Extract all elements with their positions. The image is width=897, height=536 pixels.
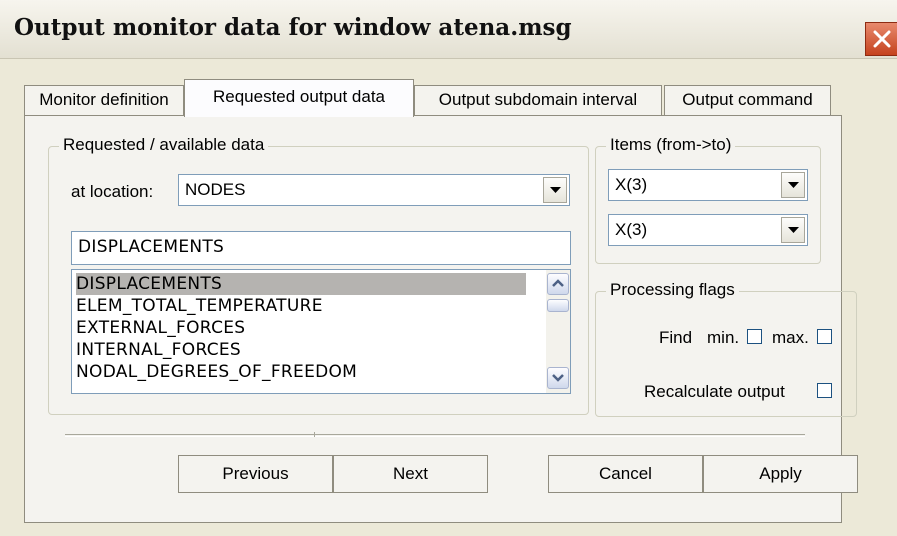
chevron-down-icon [788,182,799,188]
location-dropdown[interactable]: NODES [178,174,570,206]
close-icon [873,30,891,48]
items-from-dropdown-button[interactable] [781,172,805,198]
items-from-dropdown[interactable]: X(3) [608,169,808,201]
location-dropdown-button[interactable] [543,177,567,203]
scroll-down-button[interactable] [547,367,569,389]
max-checkbox[interactable] [817,329,832,344]
tab-requested-output-data[interactable]: Requested output data [184,79,414,117]
data-name-field[interactable]: DISPLACEMENTS [71,231,571,265]
chevron-up-icon [552,279,564,287]
list-item-external-forces[interactable]: EXTERNAL_FORCES [76,317,245,339]
tab-output-subdomain-interval[interactable]: Output subdomain interval [414,85,662,115]
min-checkbox[interactable] [747,329,762,344]
items-legend: Items (from->to) [606,135,736,155]
chevron-down-icon [552,374,564,382]
tab-output-command[interactable]: Output command [664,85,831,115]
chevron-down-icon [788,227,799,233]
tab-panel: Requested / available data at location: … [24,115,858,523]
divider [65,434,805,437]
items-to-dropdown[interactable]: X(3) [608,214,808,246]
requested-data-legend: Requested / available data [59,135,269,155]
items-from-value: X(3) [615,175,648,194]
cancel-button[interactable]: Cancel [548,455,703,493]
previous-button[interactable]: Previous [178,455,333,493]
next-button[interactable]: Next [333,455,488,493]
title-bar[interactable]: Output monitor data for window atena.msg [0,0,897,59]
scroll-up-button[interactable] [547,273,569,295]
chevron-down-icon [550,187,561,193]
close-button[interactable] [865,22,897,56]
items-to-value: X(3) [615,220,648,239]
apply-button[interactable]: Apply [703,455,858,493]
data-name-value: DISPLACEMENTS [78,237,225,257]
scroll-thumb[interactable] [547,299,569,312]
max-label: max. [772,328,809,347]
items-to-dropdown-button[interactable] [781,217,805,243]
tab-monitor-definition[interactable]: Monitor definition [24,85,184,115]
min-label: min. [707,328,740,347]
list-item-elem-total-temperature[interactable]: ELEM_TOTAL_TEMPERATURE [76,295,323,317]
location-label: at location: [71,182,154,201]
processing-flags-legend: Processing flags [606,280,739,300]
available-data-list[interactable]: DISPLACEMENTS ELEM_TOTAL_TEMPERATURE EXT… [71,269,571,394]
list-scrollbar[interactable] [546,270,570,393]
recalculate-output-checkbox[interactable] [817,383,832,398]
list-item-internal-forces[interactable]: INTERNAL_FORCES [76,339,241,361]
window-title: Output monitor data for window atena.msg [14,14,572,41]
divider-tick [314,432,319,437]
recalculate-output-label: Recalculate output [644,382,785,401]
location-value: NODES [185,180,246,199]
find-label: Find [659,328,693,347]
list-item-displacements[interactable]: DISPLACEMENTS [76,273,526,295]
list-item-nodal-degrees-of-freedom[interactable]: NODAL_DEGREES_OF_FREEDOM [76,361,357,383]
items-group: Items (from->to) [595,135,821,264]
